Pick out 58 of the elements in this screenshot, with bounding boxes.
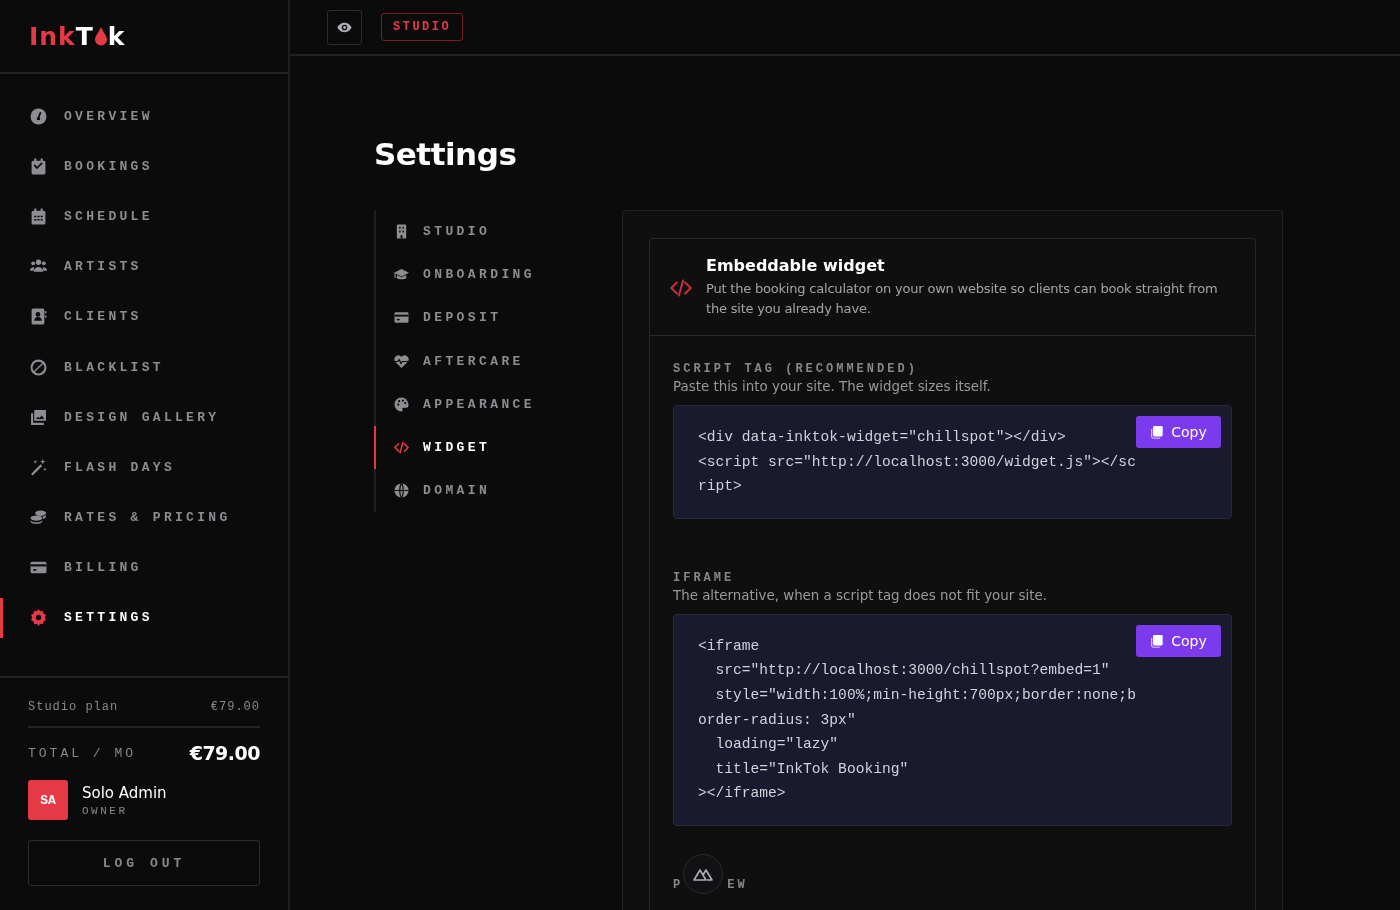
logout-button[interactable]: LOG OUT [28, 840, 260, 886]
building-icon [394, 224, 409, 240]
widget-description: Put the booking calculator on your own website so clients can book straight from the site you already have. [706, 280, 1219, 318]
avatar: SA [28, 780, 68, 820]
widget-title: Embeddable widget [706, 256, 886, 275]
nav-item[interactable]: BOOKINGS [0, 141, 288, 192]
code-snippet: <div data-inktok-widget="chillspot"></div> <script src="http://localhost:3000/widget.js"></script> [698, 428, 1136, 497]
nav-item[interactable]: BILLING [0, 542, 288, 593]
total-amount: €79.00 [189, 742, 260, 764]
copy-icon [1150, 633, 1165, 648]
section-label: P [673, 877, 684, 892]
nav-item[interactable]: BLACKLIST [0, 341, 288, 393]
copy-button[interactable]: Copy [1136, 624, 1221, 657]
settings-tab[interactable]: AFTERCARE [374, 339, 622, 383]
settings-tab[interactable]: DEPOSIT [374, 296, 622, 340]
copy-icon [1150, 425, 1165, 439]
calendar-icon [30, 207, 47, 225]
user-role: OWNER [82, 804, 129, 817]
credit-card-icon [394, 310, 409, 326]
globe-icon [394, 483, 409, 499]
preview-button[interactable] [327, 9, 362, 45]
section-hint: Paste this into your site. The widget sizes itself. [673, 379, 992, 394]
nav-item[interactable]: SETTINGS [0, 592, 288, 644]
plan-name: Studio plan [28, 700, 119, 714]
copy-button[interactable]: Copy [1136, 416, 1221, 448]
code-icon [394, 440, 409, 456]
coins-icon [30, 509, 47, 527]
magic-wand-icon [30, 458, 47, 476]
page-title: Settings [374, 136, 518, 172]
plan-price: €79.00 [210, 700, 260, 714]
settings-tab[interactable]: ONBOARDING [374, 253, 622, 297]
images-icon [30, 408, 47, 426]
nav-item[interactable]: CLIENTS [0, 291, 288, 342]
nav-item[interactable]: FLASH DAYS [0, 442, 288, 493]
settings-icon [30, 609, 47, 627]
code-snippet: <iframe src="http://localhost:3000/chillspot?embed=1" style="width:100%;min-height:700px;border:none;border-radius: 3px" loading="lazy" title="InkTok Booking" ></iframe> [698, 636, 1136, 804]
nav-item[interactable]: DESIGN GALLERY [0, 392, 288, 443]
section-hint: The alternative, when a script tag does not fit your site. [673, 587, 1048, 603]
nav-item[interactable]: RATES & PRICING [0, 492, 288, 543]
user-name: Solo Admin [82, 783, 167, 802]
total-label: TOTAL / MO [28, 745, 136, 761]
section-label: IFRAME [673, 570, 736, 585]
palette-icon [394, 396, 409, 412]
settings-tab[interactable]: DOMAIN [374, 469, 622, 513]
heart-pulse-icon [394, 353, 409, 369]
settings-tab[interactable]: APPEARANCE [374, 382, 622, 426]
inktok-logo[interactable]: InkT k [29, 21, 126, 51]
gauge-icon [30, 107, 47, 125]
nav-item[interactable]: ARTISTS [0, 241, 288, 292]
section-label: SCRIPT TAG (RECOMMENDED) [673, 362, 919, 376]
ban-icon [30, 358, 47, 376]
settings-tab[interactable]: STUDIO [374, 210, 622, 254]
calendar-check-icon [30, 157, 47, 175]
studio-badge: STUDIO [381, 13, 464, 41]
section-label: EW [727, 877, 748, 892]
nav-item[interactable]: SCHEDULE [0, 191, 288, 242]
contact-card-icon [30, 308, 47, 326]
nav-item[interactable]: OVERVIEW [0, 91, 288, 142]
